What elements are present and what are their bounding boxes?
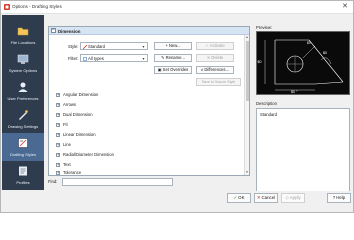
user-icon xyxy=(18,82,28,92)
close-icon[interactable]: ✕ xyxy=(341,3,349,11)
sidebar-item-drawing-settings[interactable]: Drawing Settings xyxy=(2,105,44,133)
profiles-icon xyxy=(19,166,27,176)
preview-dim-small: $0 xyxy=(307,41,311,45)
sidebar-item-label: User Preferences xyxy=(7,96,39,101)
expand-icon[interactable]: + xyxy=(56,170,60,175)
sidebar-item-label: Drawing Settings xyxy=(7,124,39,129)
scroll-thumb[interactable] xyxy=(246,41,249,101)
apply-icon: ◇ xyxy=(285,195,289,200)
title-bar: Options - Drafting Styles ✕ xyxy=(1,1,353,14)
filter-label: Filter: xyxy=(68,56,79,61)
filter-icon xyxy=(83,56,87,61)
app-icon xyxy=(4,4,10,10)
check-icon: ✓ xyxy=(233,195,238,200)
save-to-source-style-button[interactable]: Save to Source Style xyxy=(196,78,241,86)
expand-icon[interactable]: + xyxy=(56,102,60,107)
style-icon xyxy=(83,44,87,49)
preview-dim-right: $0 xyxy=(323,51,327,55)
scroll-up-icon[interactable]: ▴ xyxy=(245,35,249,40)
style-label: Style: xyxy=(68,44,79,49)
ok-button[interactable]: ✓OK xyxy=(227,193,251,203)
folder-icon xyxy=(17,27,29,36)
check-icon: ✓ xyxy=(205,43,209,48)
expand-icon[interactable]: + xyxy=(56,92,60,97)
delete-icon: ✕ xyxy=(206,55,211,60)
style-value: Standard xyxy=(88,44,105,50)
activate-button[interactable]: ✓Activate xyxy=(196,42,234,50)
collapse-icon[interactable]: − xyxy=(51,28,56,33)
tree-scrollbar[interactable]: ▴ ▾ xyxy=(244,35,249,175)
options-sidebar: File Locations System Options User Prefe… xyxy=(2,15,44,190)
expand-icon[interactable]: + xyxy=(56,122,60,127)
drafting-styles-icon xyxy=(18,138,28,148)
scroll-down-icon[interactable]: ▾ xyxy=(245,170,249,175)
drafting-styles-tree: − Dimension Style: Standard ▾ Filter: Al… xyxy=(48,26,250,176)
sidebar-item-drafting-styles[interactable]: Drafting Styles xyxy=(2,133,44,161)
sidebar-item-label: System Options xyxy=(8,68,38,73)
expand-icon[interactable]: + xyxy=(56,142,60,147)
differences-button[interactable]: ≠Differences... xyxy=(196,66,234,74)
differences-icon: ≠ xyxy=(201,67,204,72)
rename-button[interactable]: ✎Rename... xyxy=(154,54,192,62)
description-text: Standard xyxy=(260,112,277,117)
drawing-settings-icon xyxy=(19,110,28,120)
find-input[interactable] xyxy=(62,178,173,186)
tree-header-dimension[interactable]: − Dimension xyxy=(49,27,249,35)
preview-dim-left: $0 xyxy=(258,60,262,64)
close-icon: ✕ xyxy=(256,195,261,200)
preview-canvas: $0 $0 ° $0 $0 xyxy=(256,31,350,95)
set-overrides-button[interactable]: ▣Set Overrides xyxy=(154,66,192,74)
expand-icon[interactable]: + xyxy=(56,132,60,137)
delete-button[interactable]: ✕Delete xyxy=(196,54,234,62)
sidebar-item-profiles[interactable]: Profiles xyxy=(2,161,44,189)
window-title: Options - Drafting Styles xyxy=(12,4,62,9)
dimension-preview-drawing: $0 $0 ° $0 $0 xyxy=(258,39,344,94)
description-label: Description xyxy=(256,101,277,106)
cancel-button[interactable]: ✕Cancel xyxy=(254,193,278,203)
tree-header-label: Dimension xyxy=(58,28,81,34)
help-button[interactable]: ?Help xyxy=(327,193,351,203)
preview-dim-bottom: $0 ° xyxy=(291,90,298,94)
sidebar-item-label: Profiles xyxy=(16,180,30,185)
new-style-button[interactable]: +New... xyxy=(154,42,192,50)
apply-button[interactable]: ◇Apply xyxy=(281,193,305,203)
expand-icon[interactable]: + xyxy=(56,112,60,117)
rename-icon: ✎ xyxy=(161,55,165,60)
options-dialog: Options - Drafting Styles ✕ File Locatio… xyxy=(0,0,354,213)
sidebar-item-label: Drafting Styles xyxy=(9,152,36,157)
find-label: Find: xyxy=(48,179,58,184)
sidebar-item-system-options[interactable]: System Options xyxy=(2,49,44,77)
filter-select[interactable]: All types ▾ xyxy=(80,54,148,62)
preview-label: Preview: xyxy=(256,25,273,30)
overrides-icon: ▣ xyxy=(157,67,162,72)
chevron-down-icon[interactable]: ▾ xyxy=(141,44,146,49)
sidebar-item-label: File Locations xyxy=(10,40,36,45)
system-icon xyxy=(17,54,29,64)
plus-icon: + xyxy=(165,43,168,48)
sidebar-item-user-preferences[interactable]: User Preferences xyxy=(2,77,44,105)
chevron-down-icon[interactable]: ▾ xyxy=(141,56,146,61)
style-select[interactable]: Standard ▾ xyxy=(80,42,148,50)
description-box: Standard xyxy=(256,108,350,192)
help-icon: ? xyxy=(332,195,336,200)
sidebar-item-file-locations[interactable]: File Locations xyxy=(2,21,44,49)
filter-value: All types xyxy=(88,56,104,62)
expand-icon[interactable]: + xyxy=(56,162,60,167)
expand-icon[interactable]: + xyxy=(56,152,60,157)
